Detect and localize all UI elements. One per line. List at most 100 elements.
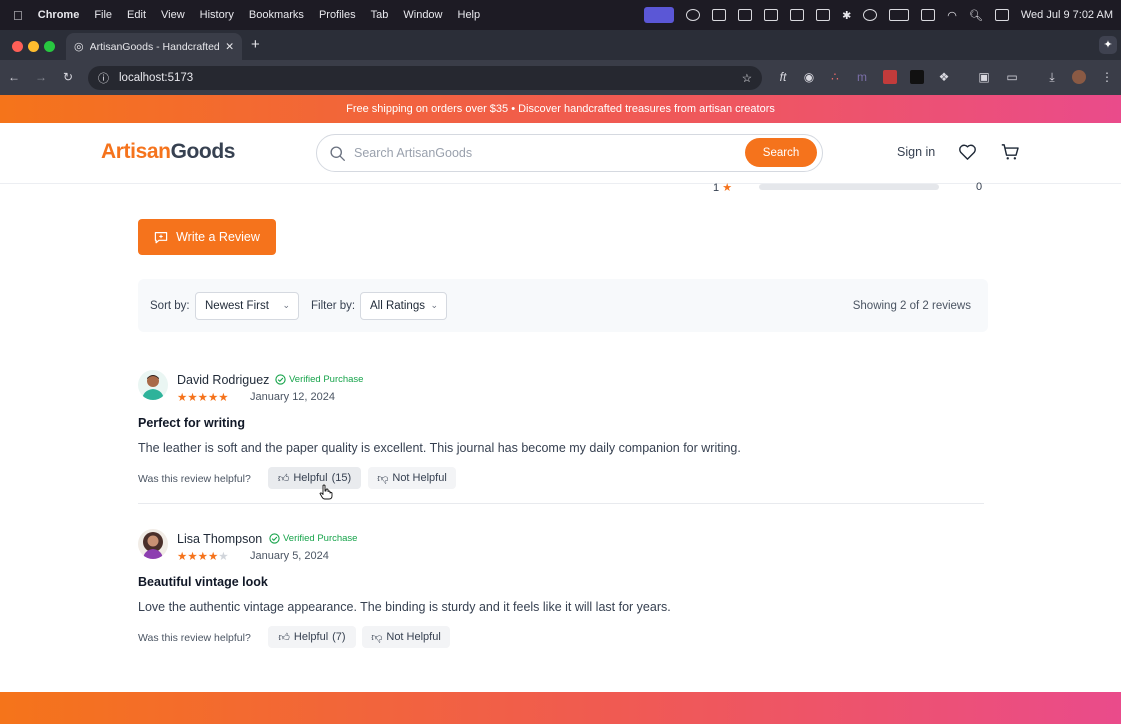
bookmark-star-icon[interactable]: ☆	[742, 71, 752, 85]
review-count-text: Showing 2 of 2 reviews	[852, 300, 971, 312]
menu-history[interactable]: History	[200, 9, 234, 21]
menu-file[interactable]: File	[94, 9, 112, 21]
filter-select[interactable]: All Ratings ⌄	[360, 292, 447, 320]
menu-help[interactable]: Help	[458, 9, 481, 21]
keyboard-icon[interactable]	[921, 9, 936, 21]
menu-bookmarks[interactable]: Bookmarks	[249, 9, 304, 21]
menu-edit[interactable]: Edit	[127, 9, 146, 21]
screen-share-icon[interactable]	[644, 7, 675, 23]
reload-icon[interactable]: ↻	[61, 70, 75, 84]
write-review-button[interactable]: Write a Review	[138, 219, 276, 255]
star-icon: ★	[207, 392, 219, 404]
back-icon[interactable]: ←	[7, 70, 21, 84]
search-tab-icon[interactable]: ▣	[977, 70, 991, 84]
verified-badge: Verified Purchase	[275, 374, 363, 385]
verified-label: Verified Purchase	[289, 374, 364, 385]
apple-icon[interactable]: 	[13, 8, 23, 23]
sign-in-link[interactable]: Sign in	[897, 145, 935, 159]
menu-chrome[interactable]: Chrome	[38, 9, 80, 21]
review-title: Perfect for writing	[138, 416, 245, 430]
profile-avatar[interactable]	[1072, 70, 1086, 84]
extension-dots-icon[interactable]: ∴	[828, 70, 842, 84]
more-menu-icon[interactable]: ⋮	[1100, 70, 1114, 84]
rating-row-number: 1	[713, 182, 720, 194]
star-icon: ★	[722, 182, 733, 194]
search-button[interactable]: Search	[745, 138, 817, 167]
not-helpful-label: Not Helpful	[386, 631, 441, 643]
mac-menubar:  Chrome File Edit View History Bookmark…	[0, 0, 1121, 30]
filter-label: Filter by:	[311, 300, 356, 312]
reviewer-name: David Rodriguez	[177, 373, 270, 387]
address-bar[interactable]: ⓘ localhost:5173 ☆	[88, 66, 762, 90]
minimize-window-button[interactable]	[28, 41, 39, 52]
promo-banner: Free shipping on orders over $35 • Disco…	[0, 95, 1121, 123]
extension-red-icon[interactable]	[883, 70, 897, 84]
cast-icon[interactable]: ▭	[1005, 70, 1019, 84]
thumbs-up-icon: 👍︎	[278, 631, 290, 644]
sort-select[interactable]: Newest First ⌄	[195, 292, 299, 320]
clipboard-icon[interactable]	[816, 9, 831, 21]
check-circle-icon	[275, 374, 286, 385]
verified-label: Verified Purchase	[283, 533, 358, 544]
review-body: The leather is soft and the paper qualit…	[138, 441, 741, 455]
rating-row-count: 0	[976, 181, 983, 193]
url-text[interactable]: localhost:5173	[119, 72, 193, 84]
not-helpful-button[interactable]: 👎︎ Not Helpful	[368, 467, 456, 489]
star-icon: ★	[187, 392, 198, 404]
extension-camera-icon[interactable]: ◉	[802, 70, 816, 84]
not-helpful-button[interactable]: 👎︎ Not Helpful	[362, 626, 450, 648]
search-icon	[330, 145, 345, 161]
promo-text: Free shipping on orders over $35 • Disco…	[346, 103, 775, 115]
download-icon[interactable]: ⤓	[1045, 70, 1059, 84]
document-icon[interactable]	[790, 9, 805, 21]
extension-m-icon[interactable]: m	[855, 70, 869, 84]
review-date: January 5, 2024	[250, 550, 329, 562]
drive-icon[interactable]	[738, 9, 753, 21]
star-rating: ★★★★★	[177, 390, 229, 404]
wifi-icon[interactable]: ◠	[947, 9, 957, 22]
close-window-button[interactable]	[12, 41, 23, 52]
control-center-icon[interactable]	[994, 9, 1009, 21]
chevron-down-icon: ⌄	[430, 300, 438, 310]
star-icon: ★	[218, 392, 229, 404]
extension-dark-icon[interactable]	[910, 70, 924, 84]
cloud-icon[interactable]	[686, 9, 701, 21]
extension-ft-icon[interactable]: ft	[776, 70, 790, 84]
chevron-down-icon: ⌄	[282, 300, 290, 310]
folder-icon[interactable]	[712, 9, 727, 21]
not-helpful-label: Not Helpful	[392, 472, 447, 484]
wishlist-heart-icon[interactable]	[958, 143, 977, 161]
battery-icon[interactable]	[889, 9, 910, 21]
menu-profiles[interactable]: Profiles	[319, 9, 356, 21]
helpful-button[interactable]: 👍︎ Helpful (15)	[268, 467, 361, 489]
extensions-puzzle-icon[interactable]: ❖	[937, 70, 951, 84]
site-logo[interactable]: ArtisanGoods	[101, 140, 235, 164]
review-title: Beautiful vintage look	[138, 575, 268, 589]
spotlight-icon[interactable]: 🔍︎	[969, 9, 983, 22]
play-icon[interactable]	[863, 9, 878, 21]
review-filters: Sort by: Newest First ⌄ Filter by: All R…	[138, 279, 988, 332]
amazon-icon[interactable]	[764, 9, 779, 21]
star-icon: ★	[187, 551, 198, 563]
star-icon: ★	[177, 392, 188, 404]
close-tab-icon[interactable]: ✕	[225, 41, 234, 53]
cart-icon[interactable]	[1001, 143, 1020, 161]
browser-tab[interactable]: ◎ ArtisanGoods - Handcrafted ✕	[66, 33, 242, 60]
menu-view[interactable]: View	[161, 9, 185, 21]
gemini-icon[interactable]: ✦	[1099, 36, 1117, 54]
zoom-window-button[interactable]	[44, 41, 55, 52]
clock-text[interactable]: Wed Jul 9 7:02 AM	[1021, 9, 1113, 21]
helpful-button[interactable]: 👍︎ Helpful (7)	[268, 626, 356, 648]
helpful-count: (15)	[331, 472, 352, 484]
menu-tab[interactable]: Tab	[371, 9, 389, 21]
thumbs-up-icon: 👍︎	[277, 472, 290, 485]
footer-gradient	[0, 692, 1121, 724]
forward-icon[interactable]: →	[34, 70, 48, 84]
bluetooth-icon[interactable]: ✱	[842, 9, 851, 22]
site-info-icon[interactable]: ⓘ	[98, 70, 109, 86]
search-bar: Search	[316, 134, 823, 172]
helpful-label: Helpful	[293, 472, 328, 484]
star-icon: ★	[207, 551, 219, 563]
menu-window[interactable]: Window	[403, 9, 442, 21]
new-tab-icon[interactable]: +	[251, 36, 260, 53]
